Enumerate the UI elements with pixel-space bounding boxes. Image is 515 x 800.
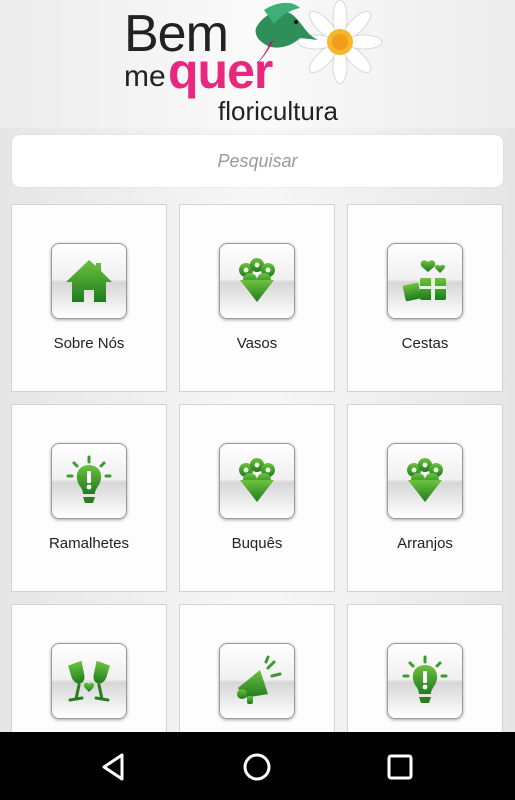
- lightbulb-icon: [51, 443, 127, 519]
- menu-tile-tips[interactable]: [347, 604, 503, 732]
- gifts-icon: [387, 243, 463, 319]
- champagne-glasses-icon: [51, 643, 127, 719]
- menu-tile-arranjos[interactable]: Arranjos: [347, 404, 503, 592]
- lightbulb-icon: [387, 643, 463, 719]
- house-icon: [51, 243, 127, 319]
- menu-tile-sobre-nos[interactable]: Sobre Nós: [11, 204, 167, 392]
- menu-tile-label: Sobre Nós: [53, 335, 125, 352]
- menu-tile-label: Buquês: [231, 535, 283, 552]
- menu-tile-label: Ramalhetes: [48, 535, 130, 552]
- bouquet-icon: [219, 243, 295, 319]
- menu-tile-label: Cestas: [401, 335, 449, 352]
- system-nav-bar: [0, 732, 515, 800]
- menu-grid: Sobre Nós Vasos Cestas Ramalhetes Buquês…: [0, 0, 515, 732]
- home-icon[interactable]: [240, 750, 274, 784]
- menu-tile-cestas[interactable]: Cestas: [347, 204, 503, 392]
- bouquet-icon: [219, 443, 295, 519]
- menu-tile-label: Arranjos: [397, 535, 453, 552]
- back-icon[interactable]: [98, 750, 132, 784]
- menu-tile-promotions[interactable]: [179, 604, 335, 732]
- menu-tile-label: Vasos: [236, 335, 278, 352]
- menu-tile-ramalhetes[interactable]: Ramalhetes: [11, 404, 167, 592]
- menu-tile-celebrations[interactable]: [11, 604, 167, 732]
- recents-icon[interactable]: [383, 750, 417, 784]
- menu-tile-buques[interactable]: Buquês: [179, 404, 335, 592]
- megaphone-icon: [219, 643, 295, 719]
- menu-tile-vasos[interactable]: Vasos: [179, 204, 335, 392]
- bouquet-icon: [387, 443, 463, 519]
